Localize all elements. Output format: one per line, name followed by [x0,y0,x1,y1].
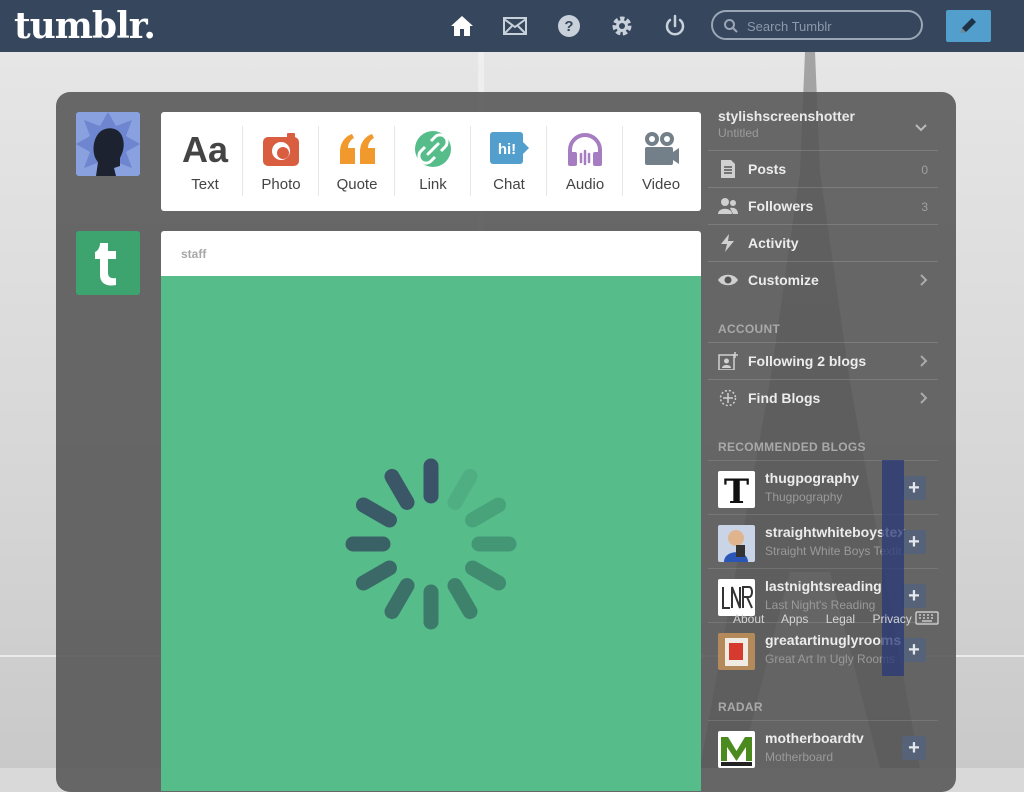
post-type-label: Photo [261,176,301,193]
sidebar-item-count: 0 [921,163,928,177]
post-type-video[interactable]: Video [623,112,699,211]
account-heading: ACCOUNT [718,322,781,336]
staff-avatar[interactable] [76,231,140,295]
follow-button[interactable]: + [902,638,926,662]
sidebar-item-label: Following 2 blogs [748,353,867,369]
blog-avatar [718,525,755,562]
post-type-chat[interactable]: hi! Chat [471,112,547,211]
footer-link-about[interactable]: About [733,612,764,626]
sidebar-scroll-shadow [882,460,904,676]
tumblr-logo[interactable]: tumblr. [14,5,156,47]
post-type-label: Audio [565,176,605,193]
sidebar-item-count: 3 [921,200,928,214]
post-type-label: Chat [493,176,525,193]
sidebar-item-label: Customize [748,272,819,288]
search-input[interactable] [745,16,919,36]
camera-icon [262,130,300,168]
find-blogs-icon [719,389,737,407]
follow-button[interactable]: + [902,530,926,554]
top-navigation-bar: tumblr. ? [0,0,1024,52]
mail-icon[interactable] [503,14,527,38]
blog-avatar [718,633,755,670]
post-type-label: Text [191,176,219,193]
sidebar-item-label: Activity [748,235,799,251]
power-icon[interactable] [663,14,687,38]
blog-name: motherboardtv [765,730,864,746]
blog-avatar [718,731,755,768]
home-icon[interactable] [450,14,474,38]
post-type-link[interactable]: Link [395,112,471,211]
quote-icon [338,130,376,168]
sidebar-item-following[interactable]: Following 2 blogs [708,342,938,379]
followers-icon [718,198,738,214]
help-icon[interactable]: ? [557,14,581,38]
svg-text:T: T [724,472,749,508]
post-type-bar: Aa Text Photo Quote Link hi! Chat Audio … [161,112,701,211]
svg-text:?: ? [564,18,573,35]
post-media[interactable] [161,276,701,791]
text-aa-icon: Aa [182,129,229,170]
settings-icon[interactable] [610,14,634,38]
follow-button[interactable]: + [902,584,926,608]
post-type-label: Quote [336,176,378,193]
sidebar-item-label: Find Blogs [748,390,821,406]
post-type-audio[interactable]: Audio [547,112,623,211]
blog-avatar [718,579,755,616]
posts-icon [721,160,735,178]
sidebar-item-customize[interactable]: Customize [708,261,938,298]
post-type-text[interactable]: Aa Text [167,112,243,211]
footer-link-legal[interactable]: Legal [826,612,855,626]
search-icon [723,18,739,34]
sidebar-blog-name[interactable]: stylishscreenshotter [718,108,855,124]
chat-bubble-icon: hi! [490,130,529,168]
video-camera-icon [642,130,680,168]
link-icon [414,130,452,168]
keyboard-icon[interactable] [915,611,939,625]
footer-links: About Apps Legal Privacy [733,612,926,626]
post-card: staff [161,231,701,791]
post-type-quote[interactable]: Quote [319,112,395,211]
sidebar-item-find-blogs[interactable]: Find Blogs [708,379,938,416]
svg-text:hi!: hi! [498,141,516,158]
chevron-down-icon[interactable] [915,124,927,132]
blog-title: Motherboard [765,750,834,764]
eye-icon [718,274,738,286]
chevron-right-icon [920,355,928,367]
headphones-icon [566,130,604,168]
sidebar-item-activity[interactable]: Activity [708,224,938,261]
svg-text:Aa: Aa [182,130,229,168]
post-author[interactable]: staff [181,247,206,261]
radar-heading: RADAR [718,700,763,714]
compose-button[interactable] [946,10,991,42]
sidebar-item-label: Followers [748,198,814,214]
chevron-right-icon [920,274,928,286]
follow-button[interactable]: + [902,476,926,500]
sidebar-item-label: Posts [748,161,787,177]
sidebar-item-posts[interactable]: Posts 0 [708,150,938,187]
follow-button[interactable]: + [902,736,926,760]
post-type-label: Video [641,176,681,193]
chevron-right-icon [920,392,928,404]
footer-link-privacy[interactable]: Privacy [872,612,911,626]
footer-link-apps[interactable]: Apps [781,612,808,626]
recommended-heading: RECOMMENDED BLOGS [718,440,866,454]
following-icon [718,352,738,370]
search-box[interactable] [711,10,923,40]
pencil-icon [961,18,976,33]
sidebar-item-followers[interactable]: Followers 3 [708,187,938,224]
blog-avatar: T [718,471,755,508]
post-type-photo[interactable]: Photo [243,112,319,211]
post-type-label: Link [419,176,447,193]
user-avatar[interactable] [76,112,140,176]
spinner-icon [345,458,517,630]
radar-blog[interactable]: motherboardtv Motherboard + [708,720,938,775]
sidebar-blog-title: Untitled [718,126,759,140]
activity-icon [721,234,734,252]
